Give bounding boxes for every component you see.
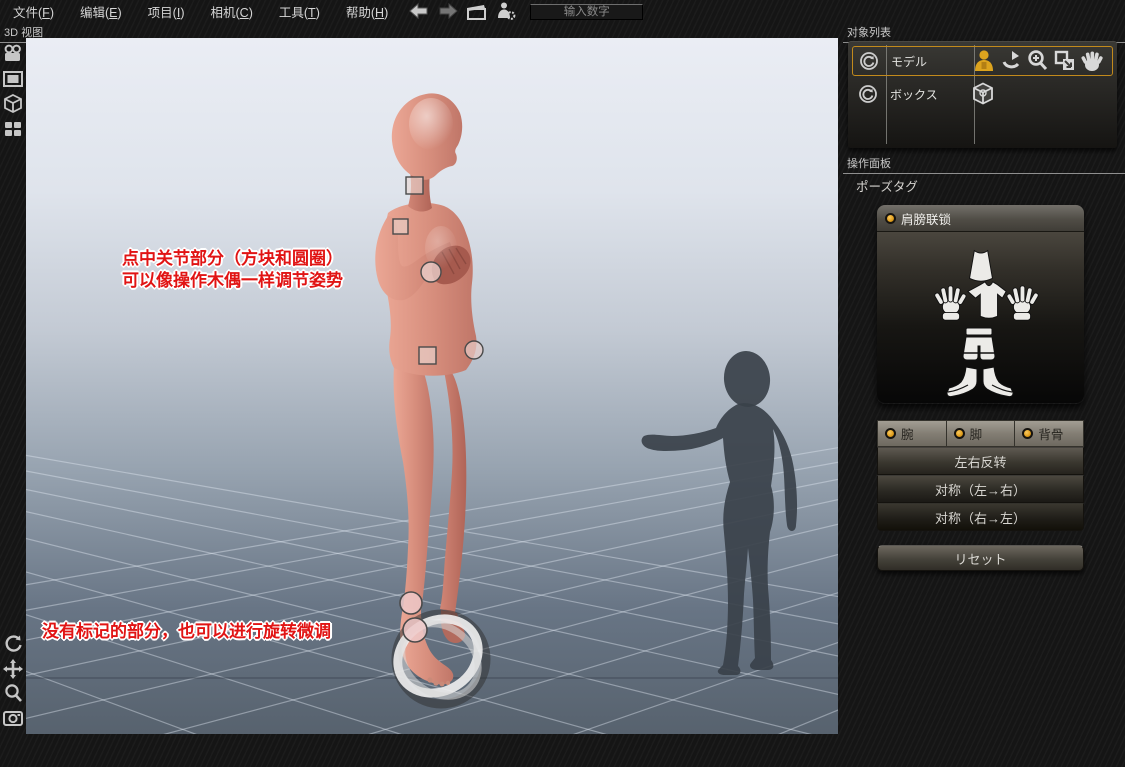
mannequin-figure[interactable]	[375, 93, 476, 686]
menu-edit[interactable]: 编辑(E)	[67, 0, 135, 24]
rotation-gizmo[interactable]	[384, 604, 493, 711]
cube-icon[interactable]	[1, 92, 25, 115]
object-row-box[interactable]: ボックス	[852, 79, 1113, 109]
right-hand-body-part-icon[interactable]	[1001, 282, 1043, 324]
part-toggle-row: 腕 脚 背骨	[877, 420, 1084, 447]
film-strip-icon[interactable]	[1, 67, 25, 90]
joint-circle-wrist[interactable]	[421, 262, 441, 282]
number-input-wrap	[530, 2, 643, 20]
reset-button[interactable]: リセット	[877, 545, 1084, 571]
zoom-view-icon[interactable]	[1, 682, 25, 705]
rotate-hint-text: 没有标记的部分，也可以进行旋转微调	[42, 621, 331, 643]
redo-forward-arrow-icon[interactable]	[436, 1, 460, 21]
joint-square-hip[interactable]	[419, 347, 436, 364]
menu-camera[interactable]: 相机(C)	[198, 0, 266, 24]
toggle-spine-label: 背骨	[1038, 424, 1063, 443]
object-row-label: モデル	[885, 53, 971, 70]
joint-hint-text: 点中关节部分（方块和圆圈） 可以像操作木偶一样调节姿势	[122, 248, 343, 292]
menu-file[interactable]: 文件(F)	[0, 0, 67, 24]
viewport-3d[interactable]: 点中关节部分（方块和圆圈） 可以像操作木偶一样调节姿势 没有标记的部分，也可以进…	[26, 38, 838, 734]
move-view-icon[interactable]	[1, 657, 25, 680]
left-toolbar-top	[0, 42, 26, 140]
mirror-left-to-right-button[interactable]: 对称（左→右）	[877, 475, 1084, 503]
pose-group-header[interactable]: 肩膀联锁	[877, 205, 1084, 232]
operation-panel-section-label: 操作面板	[843, 154, 1125, 174]
orange-indicator-dot	[954, 428, 965, 439]
visibility-toggle-icon-2[interactable]	[852, 84, 884, 104]
object-list-section-label: 对象列表	[843, 23, 1125, 43]
pose-group-body	[877, 232, 1084, 403]
screenshot-camera-icon[interactable]	[1, 707, 25, 730]
symmetry-button-stack: 左右反转 对称（左→右） 对称（右→左）	[877, 447, 1084, 531]
movie-camera-icon[interactable]	[1, 42, 25, 65]
joint-circle-ankle-lower[interactable]	[403, 618, 427, 642]
toggle-spine[interactable]: 背骨	[1014, 420, 1084, 447]
box-cube-icon[interactable]	[970, 81, 996, 107]
menu-tools[interactable]: 工具(T)	[266, 0, 333, 24]
hand-tool-icon[interactable]	[1079, 48, 1105, 74]
zoom-plus-icon[interactable]	[1025, 48, 1051, 74]
figure-settings-icon[interactable]	[494, 1, 518, 21]
number-input[interactable]	[530, 4, 643, 20]
orange-indicator-dot	[885, 213, 896, 224]
object-row-label-2: ボックス	[884, 86, 970, 103]
orange-indicator-dot	[1022, 428, 1033, 439]
left-toolbar-bottom	[0, 632, 26, 730]
feet-boots-body-part-icon[interactable]	[937, 365, 1023, 399]
object-list-panel: モデル	[848, 41, 1117, 148]
object-row-model[interactable]: モデル	[852, 46, 1113, 76]
toggle-arm-label: 腕	[901, 424, 914, 443]
toggle-leg[interactable]: 脚	[946, 420, 1015, 447]
viewport-layout-icon[interactable]	[1, 117, 25, 140]
mirror-right-to-left-button[interactable]: 对称（右→左）	[877, 503, 1084, 531]
model-person-icon[interactable]	[971, 48, 997, 74]
menu-help[interactable]: 帮助(H)	[333, 0, 401, 24]
toggle-arm[interactable]: 腕	[877, 420, 946, 447]
menu-project[interactable]: 项目(I)	[135, 0, 198, 24]
reference-silhouette-figure[interactable]	[642, 349, 797, 675]
undo-back-arrow-icon[interactable]	[407, 1, 431, 21]
toggle-leg-label: 脚	[970, 424, 983, 443]
orange-indicator-dot	[885, 428, 896, 439]
clapperboard-icon[interactable]	[465, 1, 489, 21]
pose-group-title: 肩膀联锁	[901, 209, 951, 228]
move-scale-icon[interactable]	[1052, 48, 1078, 74]
pose-tag-label: ポーズタグ	[856, 176, 918, 195]
flip-left-right-button[interactable]: 左右反转	[877, 447, 1084, 475]
joint-circle-hip[interactable]	[465, 341, 483, 359]
joint-square-shoulder[interactable]	[393, 219, 408, 234]
rotate-view-icon[interactable]	[1, 632, 25, 655]
joint-square-neck[interactable]	[406, 177, 423, 194]
menubar: 文件(F) 编辑(E) 项目(I) 相机(C) 工具(T) 帮助(H)	[0, 0, 1125, 22]
visibility-toggle-icon[interactable]	[853, 51, 885, 71]
pose-group-panel: 肩膀联锁	[877, 205, 1084, 404]
pose-rotate-icon[interactable]	[998, 48, 1024, 74]
joint-circle-ankle-upper[interactable]	[400, 592, 422, 614]
